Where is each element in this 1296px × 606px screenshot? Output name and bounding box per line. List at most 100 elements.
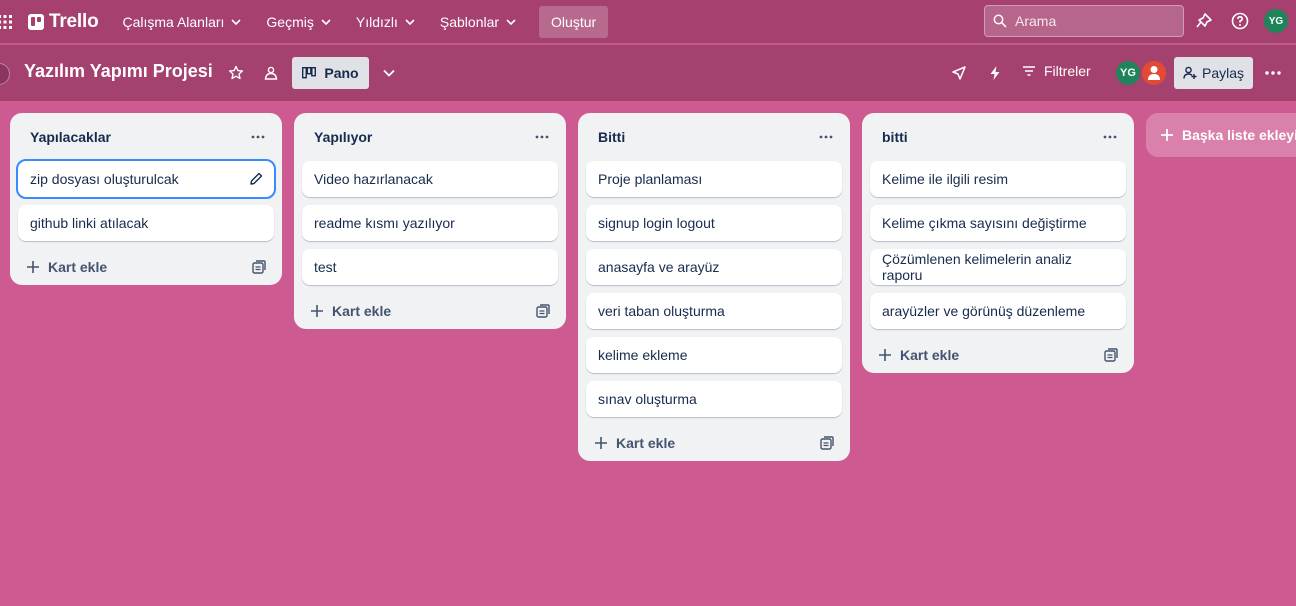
nav-workspaces[interactable]: Çalışma Alanları <box>112 6 252 38</box>
card[interactable]: test <box>302 249 558 285</box>
filter-label: Filtreler <box>1044 63 1091 79</box>
template-icon[interactable] <box>536 304 550 318</box>
add-user-icon <box>1183 66 1197 79</box>
app-switcher-icon[interactable] <box>0 13 14 31</box>
member-avatar[interactable]: YG <box>1114 59 1142 87</box>
card-title: Video hazırlanacak <box>314 171 433 187</box>
chevron-down-icon[interactable] <box>379 63 399 83</box>
card[interactable]: anasayfa ve arayüz <box>586 249 842 285</box>
card[interactable]: readme kısmı yazılıyor <box>302 205 558 241</box>
add-list-button[interactable]: Başka liste ekleyin <box>1146 113 1296 157</box>
plus-icon <box>1161 129 1173 141</box>
visibility-icon[interactable] <box>261 63 281 83</box>
list-done: Bitti Proje planlaması signup login logo… <box>578 113 850 461</box>
card-title: github linki atılacak <box>30 215 149 231</box>
card[interactable]: Çözümlenen kelimelerin analiz raporu <box>870 249 1126 285</box>
card-title: readme kısmı yazılıyor <box>314 215 455 231</box>
trello-logo[interactable]: Trello <box>28 11 99 33</box>
card[interactable]: sınav oluşturma <box>586 381 842 417</box>
user-icon <box>1148 66 1160 80</box>
top-navigation: Trello Çalışma Alanları Geçmiş Yıldızlı … <box>0 0 1296 44</box>
card[interactable]: Kelime ile ilgili resim <box>870 161 1126 197</box>
filter-button[interactable]: Filtreler <box>1022 63 1091 79</box>
share-label: Paylaş <box>1201 65 1245 81</box>
add-list-label: Başka liste ekleyin <box>1182 127 1296 143</box>
nav-starred[interactable]: Yıldızlı <box>346 6 426 38</box>
plus-icon <box>311 305 323 317</box>
power-ups-icon[interactable] <box>949 63 969 83</box>
card-title: kelime ekleme <box>598 347 688 363</box>
card[interactable]: Kelime çıkma sayısını değiştirme <box>870 205 1126 241</box>
nav-starred-label: Yıldızlı <box>355 13 398 30</box>
board-view-button[interactable]: Pano <box>292 57 369 89</box>
filter-icon <box>1023 66 1035 76</box>
template-icon[interactable] <box>820 436 834 450</box>
star-icon[interactable] <box>226 63 246 83</box>
card-title: veri taban oluşturma <box>598 303 725 319</box>
sidebar-toggle[interactable] <box>0 63 10 85</box>
card[interactable]: arayüzler ve görünüş düzenleme <box>870 293 1126 329</box>
add-card-button[interactable]: Kart ekle <box>302 293 558 329</box>
nav-recent[interactable]: Geçmiş <box>256 6 341 38</box>
card-title: Proje planlaması <box>598 171 703 187</box>
list-menu-icon[interactable] <box>818 129 834 145</box>
notifications-icon[interactable] <box>1194 11 1214 31</box>
member-avatar-default[interactable] <box>1140 59 1168 87</box>
search-placeholder: Arama <box>1015 13 1057 29</box>
list-title[interactable]: Yapılıyor <box>314 129 372 145</box>
add-card-label: Kart ekle <box>48 259 108 275</box>
chevron-down-icon <box>231 18 241 25</box>
list-title[interactable]: bitti <box>882 129 908 145</box>
list-header: bitti <box>870 121 1126 153</box>
board-members: YG <box>1114 59 1168 87</box>
list-menu-icon[interactable] <box>250 129 266 145</box>
add-card-label: Kart ekle <box>900 347 960 363</box>
chevron-down-icon <box>506 18 516 25</box>
more-icon[interactable] <box>1263 63 1283 83</box>
nav-templates-label: Şablonlar <box>439 13 500 30</box>
list-todo: Yapılacaklar zip dosyası oluşturulcak gi… <box>10 113 282 285</box>
card-title: signup login logout <box>598 215 715 231</box>
search-icon <box>993 14 1007 28</box>
card[interactable]: signup login logout <box>586 205 842 241</box>
card[interactable]: Proje planlaması <box>586 161 842 197</box>
board-header: Yazılım Yapımı Projesi Pano Filtreler YG… <box>0 45 1296 101</box>
automation-icon[interactable] <box>985 63 1005 83</box>
card[interactable]: github linki atılacak <box>18 205 274 241</box>
pencil-icon[interactable] <box>248 171 264 187</box>
plus-icon <box>879 349 891 361</box>
list-header: Bitti <box>586 121 842 153</box>
list-title[interactable]: Yapılacaklar <box>30 129 111 145</box>
list-header: Yapılıyor <box>302 121 558 153</box>
add-card-button[interactable]: Kart ekle <box>18 249 274 285</box>
card-title: Kelime çıkma sayısını değiştirme <box>882 215 1087 231</box>
list-header: Yapılacaklar <box>18 121 274 153</box>
card-title: arayüzler ve görünüş düzenleme <box>882 303 1086 319</box>
card-title: Kelime ile ilgili resim <box>882 171 1009 187</box>
card[interactable]: zip dosyası oluşturulcak <box>16 159 276 199</box>
add-card-button[interactable]: Kart ekle <box>586 425 842 461</box>
add-card-label: Kart ekle <box>616 435 676 451</box>
card-title: anasayfa ve arayüz <box>598 259 720 275</box>
nav-templates[interactable]: Şablonlar <box>430 6 527 38</box>
nav-recent-label: Geçmiş <box>266 13 314 30</box>
template-icon[interactable] <box>252 260 266 274</box>
list-done-2: bitti Kelime ile ilgili resim Kelime çık… <box>862 113 1134 373</box>
card[interactable]: Video hazırlanacak <box>302 161 558 197</box>
share-button[interactable]: Paylaş <box>1174 57 1253 89</box>
board-view-label: Pano <box>324 65 359 81</box>
help-icon[interactable] <box>1230 11 1250 31</box>
user-avatar[interactable]: YG <box>1264 9 1288 33</box>
list-title[interactable]: Bitti <box>598 129 625 145</box>
card[interactable]: veri taban oluşturma <box>586 293 842 329</box>
template-icon[interactable] <box>1104 348 1118 362</box>
card[interactable]: kelime ekleme <box>586 337 842 373</box>
search-input[interactable]: Arama <box>984 5 1184 37</box>
list-menu-icon[interactable] <box>1102 129 1118 145</box>
board-title[interactable]: Yazılım Yapımı Projesi <box>24 61 213 82</box>
create-button[interactable]: Oluştur <box>539 5 609 38</box>
add-card-label: Kart ekle <box>332 303 392 319</box>
list-menu-icon[interactable] <box>534 129 550 145</box>
nav-workspaces-label: Çalışma Alanları <box>122 13 225 30</box>
add-card-button[interactable]: Kart ekle <box>870 337 1126 373</box>
